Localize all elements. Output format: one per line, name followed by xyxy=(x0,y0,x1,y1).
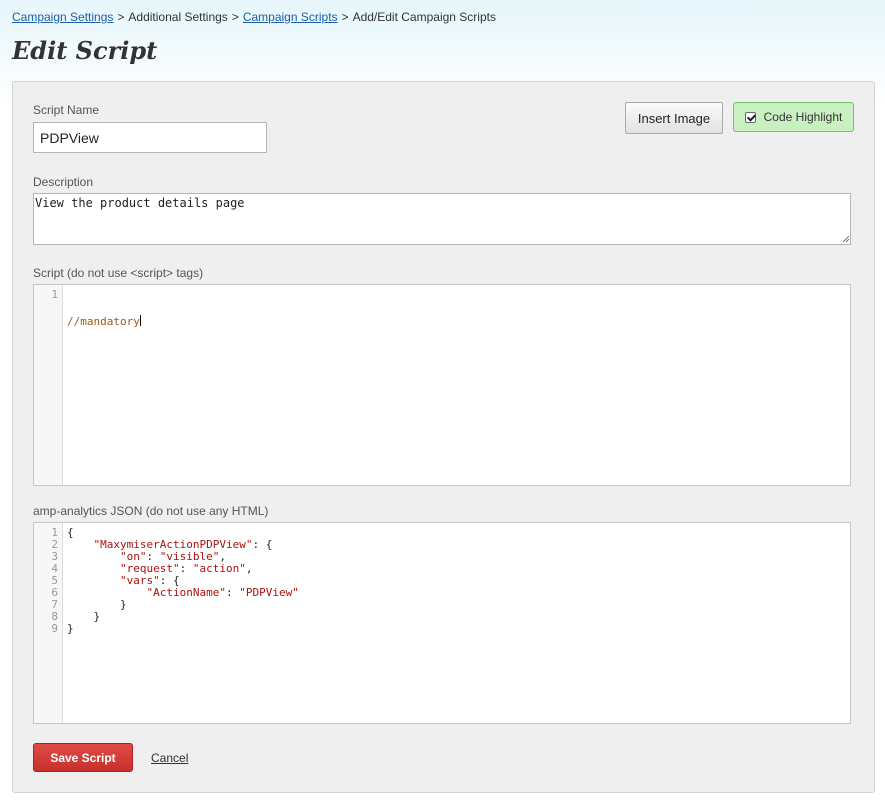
amp-json-label: amp-analytics JSON (do not use any HTML) xyxy=(33,504,269,518)
breadcrumb-separator: > xyxy=(231,10,239,24)
code-line: } xyxy=(67,611,850,623)
line-number: 9 xyxy=(51,622,58,635)
json-string-token: "PDPView" xyxy=(239,586,299,599)
line-number: 1 xyxy=(51,288,58,301)
breadcrumb: Campaign Settings > Additional Settings > Ca… xyxy=(12,10,496,24)
script-code-content[interactable]: //mandatory xyxy=(67,289,850,353)
description-label: Description xyxy=(33,175,94,189)
save-script-button[interactable]: Save Script xyxy=(33,743,133,772)
code-line: "ActionName": "PDPView" xyxy=(67,587,850,599)
breadcrumb-separator: > xyxy=(341,10,349,24)
script-label: Script (do not use <script> tags) xyxy=(33,266,204,280)
amp-json-code-content[interactable]: { "MaxymiserActionPDPView": { "on": "vis… xyxy=(67,527,850,635)
page-title: Edit Script xyxy=(12,36,158,65)
code-line: "request": "action", xyxy=(67,563,850,575)
breadcrumb-separator: > xyxy=(117,10,125,24)
breadcrumb-current-page: Add/Edit Campaign Scripts xyxy=(352,10,496,24)
code-highlight-toggle[interactable]: Code Highlight xyxy=(733,102,854,132)
breadcrumb-additional-settings: Additional Settings xyxy=(128,10,228,24)
json-punctuation-token: } xyxy=(67,622,74,635)
script-line-gutter: 1 xyxy=(34,285,63,485)
code-highlight-checkbox[interactable] xyxy=(744,111,756,123)
code-line: } xyxy=(67,599,850,611)
amp-json-line-gutter: 123456789 xyxy=(34,523,63,723)
json-punctuation-token: , xyxy=(245,562,253,575)
json-punctuation-token: : xyxy=(225,586,240,599)
json-punctuation-token: : xyxy=(179,562,193,575)
breadcrumb-campaign-scripts-link[interactable]: Campaign Scripts xyxy=(243,10,338,24)
cancel-link[interactable]: Cancel xyxy=(151,751,188,765)
breadcrumb-campaign-settings-link[interactable]: Campaign Settings xyxy=(12,10,113,24)
code-line: //mandatory xyxy=(67,315,140,328)
code-highlight-label: Code Highlight xyxy=(763,110,843,124)
amp-json-code-editor[interactable]: 123456789 { "MaxymiserActionPDPView": { … xyxy=(33,522,851,724)
save-script-label: Save Script xyxy=(50,750,116,765)
json-punctuation-token: : { xyxy=(252,538,273,551)
script-name-label: Script Name xyxy=(33,103,100,117)
code-line: } xyxy=(67,623,850,635)
edit-script-form-panel: Script Name Insert Image Code Highlight … xyxy=(12,81,875,793)
json-string-token: "action" xyxy=(192,562,246,575)
script-code-editor[interactable]: 1 //mandatory xyxy=(33,284,851,486)
json-string-token: "ActionName" xyxy=(146,586,226,599)
insert-image-button[interactable]: Insert Image xyxy=(625,102,723,134)
text-cursor xyxy=(139,315,141,326)
insert-image-label: Insert Image xyxy=(637,110,711,126)
resize-grip-icon[interactable] xyxy=(842,235,850,243)
script-name-input[interactable] xyxy=(33,122,267,153)
description-textarea[interactable]: View the product details page xyxy=(33,193,851,245)
